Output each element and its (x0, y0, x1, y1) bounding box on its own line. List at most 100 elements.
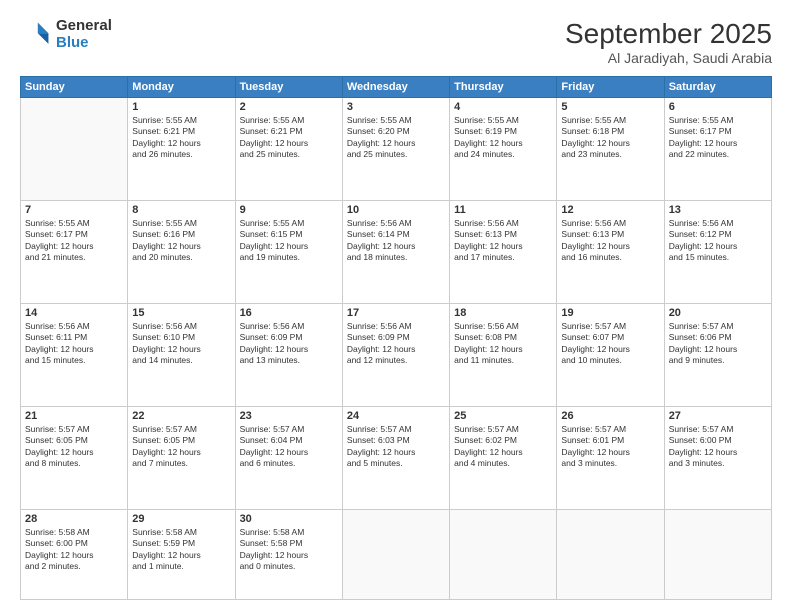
day-info: Sunrise: 5:56 AM Sunset: 6:10 PM Dayligh… (132, 321, 230, 367)
day-cell: 26 Sunrise: 5:57 AM Sunset: 6:01 PM Dayli… (557, 406, 664, 509)
day-number: 26 (561, 410, 659, 422)
day-cell: 10Sunrise: 5:56 AM Sunset: 6:14 PM Dayli… (342, 200, 449, 303)
day-info: Sunrise: 5:55 AM Sunset: 6:15 PM Dayligh… (240, 218, 338, 264)
day-cell: 22 Sunrise: 5:57 AM Sunset: 6:05 PM Dayli… (128, 406, 235, 509)
day-info: Sunrise: 5:56 AM Sunset: 6:09 PM Dayligh… (347, 321, 445, 367)
day-info: Sunrise: 5:57 AM Sunset: 6:07 PM Dayligh… (561, 321, 659, 367)
day-number: 8 (132, 204, 230, 216)
day-number: 3 (347, 101, 445, 113)
calendar-table: Sunday Monday Tuesday Wednesday Thursday… (20, 76, 772, 600)
day-info: Sunrise: 5:56 AM Sunset: 6:09 PM Dayligh… (240, 321, 338, 367)
day-info: Sunrise: 5:56 AM Sunset: 6:08 PM Dayligh… (454, 321, 552, 367)
day-info: Sunrise: 5:57 AM Sunset: 6:03 PM Dayligh… (347, 424, 445, 470)
day-cell: 21Sunrise: 5:57 AM Sunset: 6:05 PM Dayli… (21, 406, 128, 509)
day-cell: 9 Sunrise: 5:55 AM Sunset: 6:15 PM Daylig… (235, 200, 342, 303)
week-row-4: 21Sunrise: 5:57 AM Sunset: 6:05 PM Dayli… (21, 406, 772, 509)
week-row-2: 7Sunrise: 5:55 AM Sunset: 6:17 PM Daylig… (21, 200, 772, 303)
day-cell: 14 Sunrise: 5:56 AM Sunset: 6:11 PM Dayli… (21, 303, 128, 406)
day-number: 6 (669, 101, 767, 113)
week-row-3: 14 Sunrise: 5:56 AM Sunset: 6:11 PM Dayli… (21, 303, 772, 406)
day-info: Sunrise: 5:57 AM Sunset: 6:05 PM Dayligh… (132, 424, 230, 470)
logo-general: General (56, 18, 112, 35)
day-info: Sunrise: 5:55 AM Sunset: 6:18 PM Dayligh… (561, 115, 659, 161)
day-info: Sunrise: 5:55 AM Sunset: 6:21 PM Dayligh… (132, 115, 230, 161)
day-cell: 2Sunrise: 5:55 AM Sunset: 6:21 PM Daylig… (235, 98, 342, 201)
logo-icon (20, 19, 52, 51)
day-number: 17 (347, 307, 445, 319)
day-number: 9 (240, 204, 338, 216)
day-cell: 11Sunrise: 5:56 AM Sunset: 6:13 PM Dayli… (450, 200, 557, 303)
day-number: 7 (25, 204, 123, 216)
day-cell: 28 Sunrise: 5:58 AM Sunset: 6:00 PM Dayli… (21, 509, 128, 599)
day-cell: 12Sunrise: 5:56 AM Sunset: 6:13 PM Dayli… (557, 200, 664, 303)
day-number: 13 (669, 204, 767, 216)
day-cell: 29 Sunrise: 5:58 AM Sunset: 5:59 PM Dayli… (128, 509, 235, 599)
week-row-5: 28 Sunrise: 5:58 AM Sunset: 6:00 PM Dayli… (21, 509, 772, 599)
day-info: Sunrise: 5:57 AM Sunset: 6:05 PM Dayligh… (25, 424, 123, 470)
day-cell: 16 Sunrise: 5:56 AM Sunset: 6:09 PM Dayli… (235, 303, 342, 406)
day-cell: 15 Sunrise: 5:56 AM Sunset: 6:10 PM Dayli… (128, 303, 235, 406)
logo-text: General Blue (56, 18, 112, 51)
day-info: Sunrise: 5:55 AM Sunset: 6:17 PM Dayligh… (669, 115, 767, 161)
day-number: 30 (240, 513, 338, 525)
day-info: Sunrise: 5:57 AM Sunset: 6:00 PM Dayligh… (669, 424, 767, 470)
day-info: Sunrise: 5:58 AM Sunset: 5:59 PM Dayligh… (132, 527, 230, 573)
month-title: September 2025 (565, 18, 772, 50)
day-info: Sunrise: 5:56 AM Sunset: 6:12 PM Dayligh… (669, 218, 767, 264)
col-monday: Monday (128, 77, 235, 98)
day-cell (21, 98, 128, 201)
day-number: 12 (561, 204, 659, 216)
title-block: September 2025 Al Jaradiyah, Saudi Arabi… (565, 18, 772, 66)
day-number: 25 (454, 410, 552, 422)
day-info: Sunrise: 5:56 AM Sunset: 6:11 PM Dayligh… (25, 321, 123, 367)
day-cell: 20 Sunrise: 5:57 AM Sunset: 6:06 PM Dayli… (664, 303, 771, 406)
day-info: Sunrise: 5:57 AM Sunset: 6:01 PM Dayligh… (561, 424, 659, 470)
day-info: Sunrise: 5:57 AM Sunset: 6:02 PM Dayligh… (454, 424, 552, 470)
day-info: Sunrise: 5:55 AM Sunset: 6:19 PM Dayligh… (454, 115, 552, 161)
day-number: 22 (132, 410, 230, 422)
day-number: 24 (347, 410, 445, 422)
location-title: Al Jaradiyah, Saudi Arabia (565, 50, 772, 66)
day-cell (664, 509, 771, 599)
day-cell (342, 509, 449, 599)
day-cell: 5 Sunrise: 5:55 AM Sunset: 6:18 PM Daylig… (557, 98, 664, 201)
day-cell: 13 Sunrise: 5:56 AM Sunset: 6:12 PM Dayli… (664, 200, 771, 303)
day-number: 19 (561, 307, 659, 319)
col-wednesday: Wednesday (342, 77, 449, 98)
day-info: Sunrise: 5:58 AM Sunset: 5:58 PM Dayligh… (240, 527, 338, 573)
day-info: Sunrise: 5:56 AM Sunset: 6:14 PM Dayligh… (347, 218, 445, 264)
day-info: Sunrise: 5:55 AM Sunset: 6:16 PM Dayligh… (132, 218, 230, 264)
day-number: 4 (454, 101, 552, 113)
day-cell: 8 Sunrise: 5:55 AM Sunset: 6:16 PM Daylig… (128, 200, 235, 303)
header-row: Sunday Monday Tuesday Wednesday Thursday… (21, 77, 772, 98)
day-number: 20 (669, 307, 767, 319)
week-row-1: 1Sunrise: 5:55 AM Sunset: 6:21 PM Daylig… (21, 98, 772, 201)
col-saturday: Saturday (664, 77, 771, 98)
day-number: 28 (25, 513, 123, 525)
col-tuesday: Tuesday (235, 77, 342, 98)
day-number: 5 (561, 101, 659, 113)
day-info: Sunrise: 5:57 AM Sunset: 6:04 PM Dayligh… (240, 424, 338, 470)
day-number: 14 (25, 307, 123, 319)
day-cell: 23Sunrise: 5:57 AM Sunset: 6:04 PM Dayli… (235, 406, 342, 509)
day-cell: 24 Sunrise: 5:57 AM Sunset: 6:03 PM Dayli… (342, 406, 449, 509)
day-number: 16 (240, 307, 338, 319)
col-thursday: Thursday (450, 77, 557, 98)
day-cell (557, 509, 664, 599)
logo: General Blue (20, 18, 112, 51)
header: General Blue September 2025 Al Jaradiyah… (20, 18, 772, 66)
col-sunday: Sunday (21, 77, 128, 98)
logo-blue: Blue (56, 35, 112, 52)
day-info: Sunrise: 5:58 AM Sunset: 6:00 PM Dayligh… (25, 527, 123, 573)
day-number: 15 (132, 307, 230, 319)
day-info: Sunrise: 5:57 AM Sunset: 6:06 PM Dayligh… (669, 321, 767, 367)
day-info: Sunrise: 5:56 AM Sunset: 6:13 PM Dayligh… (454, 218, 552, 264)
day-cell: 1Sunrise: 5:55 AM Sunset: 6:21 PM Daylig… (128, 98, 235, 201)
day-cell: 3Sunrise: 5:55 AM Sunset: 6:20 PM Daylig… (342, 98, 449, 201)
day-number: 29 (132, 513, 230, 525)
day-cell: 18Sunrise: 5:56 AM Sunset: 6:08 PM Dayli… (450, 303, 557, 406)
day-cell: 30 Sunrise: 5:58 AM Sunset: 5:58 PM Dayli… (235, 509, 342, 599)
day-cell: 7Sunrise: 5:55 AM Sunset: 6:17 PM Daylig… (21, 200, 128, 303)
day-cell (450, 509, 557, 599)
day-cell: 4 Sunrise: 5:55 AM Sunset: 6:19 PM Daylig… (450, 98, 557, 201)
